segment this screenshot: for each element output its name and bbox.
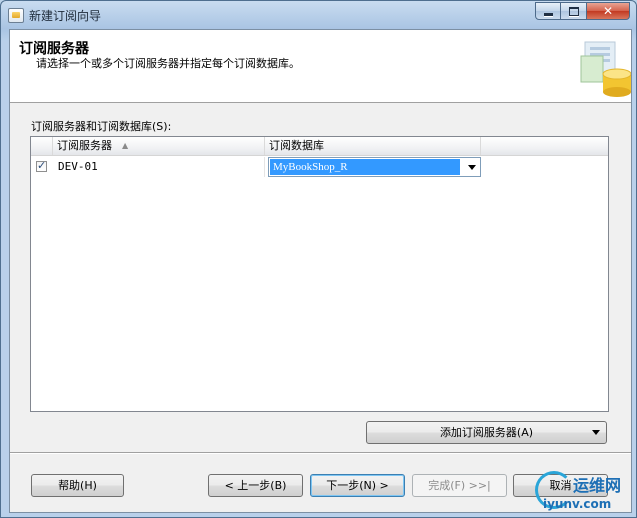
watermark-url: iyunv.com (543, 497, 612, 511)
title-bar[interactable]: 新建订阅向导 ✕ (1, 1, 636, 29)
close-button[interactable]: ✕ (587, 2, 630, 20)
row-checkbox[interactable] (36, 159, 47, 172)
column-header-database[interactable]: 订阅数据库 (265, 137, 481, 155)
column-header-database-label: 订阅数据库 (269, 139, 324, 152)
sort-ascending-icon: ▲ (122, 141, 129, 150)
app-icon (8, 8, 24, 23)
maximize-button[interactable] (561, 2, 587, 20)
column-header-subscriber[interactable]: 订阅服务器 ▲ (53, 137, 265, 155)
add-subscriber-label: 添加订阅服务器(A) (439, 426, 534, 439)
chevron-down-icon[interactable] (468, 165, 476, 170)
minimize-button[interactable] (535, 2, 561, 20)
watermark-text: 运维网 (573, 476, 622, 495)
subscriber-grid[interactable]: 订阅服务器 ▲ 订阅数据库 DEV-01 MyBookShop_R (30, 136, 609, 412)
grid-header: 订阅服务器 ▲ 订阅数据库 (31, 137, 608, 156)
caption-buttons: ✕ (535, 2, 630, 21)
column-header-subscriber-label: 订阅服务器 (57, 139, 112, 152)
checkbox-column-header (31, 137, 53, 155)
database-dropdown-value: MyBookShop_R (270, 159, 460, 175)
database-dropdown[interactable]: MyBookShop_R (268, 157, 481, 177)
subscriber-cell[interactable]: DEV-01 (53, 157, 265, 177)
subscription-database-icon (580, 41, 631, 97)
finish-button[interactable]: 完成(F) >>| (412, 474, 507, 497)
site-watermark: 运维网 iyunv.com (531, 470, 631, 514)
wizard-client-area: 订阅服务器 请选择一个或多个订阅服务器并指定每个订阅数据库。 订阅服务器和订阅数… (9, 29, 632, 513)
back-button[interactable]: < 上一步(B) (208, 474, 303, 497)
help-button[interactable]: 帮助(H) (31, 474, 124, 497)
minimize-icon (543, 12, 553, 16)
maximize-icon (568, 6, 579, 16)
footer-divider (10, 452, 631, 454)
next-button[interactable]: 下一步(N) > (310, 474, 405, 497)
wizard-window: 新建订阅向导 ✕ 订阅服务器 请选择一个或多个订阅服务器并指定每个订阅数据库。 … (0, 0, 637, 518)
table-row[interactable]: DEV-01 MyBookShop_R (31, 156, 608, 178)
add-subscriber-button[interactable]: 添加订阅服务器(A) (366, 421, 607, 444)
window-title: 新建订阅向导 (29, 9, 102, 23)
subscriber-grid-label: 订阅服务器和订阅数据库(S): (31, 120, 172, 133)
row-checkbox-cell (31, 156, 53, 178)
wizard-header: 订阅服务器 请选择一个或多个订阅服务器并指定每个订阅数据库。 (10, 30, 631, 103)
page-subtitle: 请选择一个或多个订阅服务器并指定每个订阅数据库。 (36, 57, 300, 70)
chevron-down-icon[interactable] (592, 430, 600, 435)
close-icon: ✕ (602, 4, 614, 18)
